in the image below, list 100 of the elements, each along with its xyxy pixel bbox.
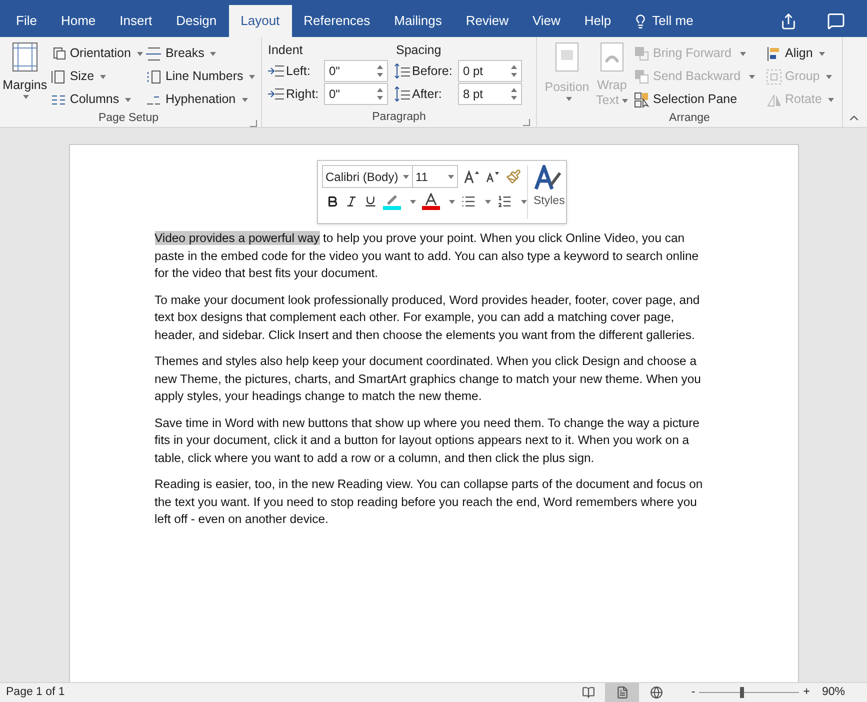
group-label: Arrange xyxy=(669,111,710,126)
group-label: Paragraph xyxy=(372,110,426,126)
caret-icon xyxy=(23,94,30,99)
ribbon-tab[interactable]: Review xyxy=(454,5,520,37)
section-label: Indent xyxy=(268,42,304,59)
caret-icon xyxy=(448,200,454,204)
italic-icon[interactable] xyxy=(344,195,358,208)
caret-icon xyxy=(210,52,216,56)
field-label: After: xyxy=(412,86,443,103)
caret-icon xyxy=(818,52,825,56)
spinner-icon xyxy=(511,88,517,100)
pane-icon xyxy=(633,91,650,108)
caret-icon xyxy=(826,74,832,78)
shrink-font-icon[interactable] xyxy=(486,170,500,182)
underline-icon[interactable] xyxy=(364,195,376,208)
web-view-icon xyxy=(650,686,663,699)
zoom-out-button[interactable]: - xyxy=(689,684,698,702)
field-label: Before: xyxy=(412,62,454,80)
caret-icon xyxy=(136,52,143,56)
dialog-launcher-icon[interactable] xyxy=(250,120,257,127)
bold-icon[interactable] xyxy=(326,195,338,208)
format-painter-icon[interactable] xyxy=(506,169,520,184)
margins-button[interactable]: Margins xyxy=(0,42,50,111)
group-icon xyxy=(765,68,782,85)
caret-icon xyxy=(448,174,454,178)
body-paragraph: Themes and styles also help keep your document coordinated. When you click Design and choose a new Theme, the pictures, charts, and SmartArt graphics change to match your new theme. When you apply styles, your headings change to match the new theme. xyxy=(154,353,702,405)
share-icon[interactable] xyxy=(780,12,797,30)
tell-me-button[interactable]: Tell me xyxy=(623,5,704,37)
zoom-in-button[interactable]: + xyxy=(801,684,812,702)
size-icon xyxy=(50,68,67,85)
body-paragraph: To make your document look professionally produced, Word provides header, footer, cover page, and text box designs that complement each other. For example, you can add a matching cover page, header, and sidebar. Click Insert and then choose the elements you want from the different galleries. xyxy=(154,292,701,344)
wrap-text-icon xyxy=(600,42,624,72)
highlight-icon[interactable] xyxy=(382,193,400,210)
dialog-launcher-icon[interactable] xyxy=(523,119,530,126)
print-view-icon xyxy=(616,686,629,699)
spin-field[interactable]: 0" xyxy=(324,83,388,105)
ribbon-tab[interactable]: File xyxy=(4,5,49,37)
caret-icon xyxy=(242,98,248,102)
caret-icon xyxy=(100,74,106,78)
ribbon-tab[interactable]: Insert xyxy=(108,5,164,37)
zoom-thumb[interactable] xyxy=(740,686,744,698)
caret-icon xyxy=(249,74,256,78)
print-view-button[interactable] xyxy=(605,683,640,702)
spacing-icon xyxy=(394,86,410,102)
ribbon-button[interactable]: Orientation xyxy=(50,42,146,65)
caret-icon xyxy=(484,200,490,204)
spin-field[interactable]: 8 pt xyxy=(458,83,522,105)
spin-field[interactable]: 0 pt xyxy=(458,60,522,82)
ribbon-tab[interactable]: References xyxy=(292,5,382,37)
indent-icon xyxy=(268,87,284,101)
linenumbers-icon xyxy=(145,68,162,85)
spacing-icon xyxy=(394,63,410,79)
caret-icon xyxy=(520,200,526,204)
caret-icon xyxy=(748,74,755,78)
ribbon-button[interactable]: Selection Pane xyxy=(633,88,761,111)
ribbon-tab[interactable]: Layout xyxy=(228,5,292,37)
section-label: Spacing xyxy=(395,42,442,59)
align-icon xyxy=(765,45,782,62)
bullets-icon[interactable] xyxy=(460,194,476,209)
indent-icon xyxy=(268,64,284,78)
ribbon-button[interactable]: Line Numbers xyxy=(145,65,257,88)
zoom-level[interactable]: 90% xyxy=(822,684,845,702)
caret-icon xyxy=(566,96,572,101)
ribbon-tab[interactable]: Mailings xyxy=(382,5,454,37)
spinner-icon xyxy=(377,65,383,77)
field-label: Right: xyxy=(286,86,320,103)
spinner-icon xyxy=(377,88,383,100)
styles-button[interactable]: Styles xyxy=(526,165,565,219)
numbering-icon[interactable] xyxy=(496,194,512,209)
position-icon xyxy=(555,42,579,72)
ribbon-button[interactable]: Columns xyxy=(50,88,146,111)
ribbon-button[interactable]: Size xyxy=(50,65,146,88)
spin-field[interactable]: 0" xyxy=(324,60,388,82)
ribbon-button[interactable]: Breaks xyxy=(145,42,257,65)
caret-icon xyxy=(828,98,834,102)
font-field[interactable]: Calibri (Body) xyxy=(322,165,412,188)
body-paragraph: Save time in Word with new buttons that show up where you need them. To change the way a picture fits in your document, click it and a button for layout options appears next to it. When you work on a table, click where you want to add a row or a column, and then click the plus sign. xyxy=(154,414,700,466)
caret-icon xyxy=(402,174,408,178)
font-color-icon[interactable] xyxy=(422,193,440,210)
breaks-icon xyxy=(145,45,162,62)
zoom-slider[interactable] xyxy=(699,686,800,698)
comment-icon[interactable] xyxy=(827,12,845,30)
ribbon-tab[interactable]: Design xyxy=(164,5,229,37)
group-label: Page Setup xyxy=(98,111,159,126)
ribbon-tab[interactable]: Home xyxy=(48,5,108,37)
send-icon xyxy=(633,68,650,85)
caret-icon xyxy=(410,200,416,204)
body-paragraph: Reading is easier, too, in the new Reading view. You can collapse parts of the document and focus on the text you want. If you need to stop reading before you reach the end, Word remembers where you left off - even on another device. xyxy=(154,476,704,528)
caret-icon xyxy=(740,52,746,56)
caret-icon xyxy=(622,98,628,102)
body-paragraph: Video provides a powerful way to help you prove your point. When you click Online Video, you can paste in the embed code for the video you want to add. You can also type a keyword to search online for the video that best fits your document. xyxy=(154,230,700,282)
ribbon-button[interactable]: Align xyxy=(765,42,834,65)
ribbon-button[interactable]: Hyphenation xyxy=(145,88,257,111)
ribbon-tab[interactable]: View xyxy=(520,5,572,37)
grow-font-icon[interactable] xyxy=(464,170,480,184)
ribbon-tab[interactable]: Help xyxy=(572,5,624,37)
read-view-icon xyxy=(582,686,595,699)
spinner-icon xyxy=(511,65,517,77)
page-count[interactable]: Page 1 of 1 xyxy=(0,684,65,702)
font-size-field[interactable]: 11 xyxy=(412,165,458,188)
